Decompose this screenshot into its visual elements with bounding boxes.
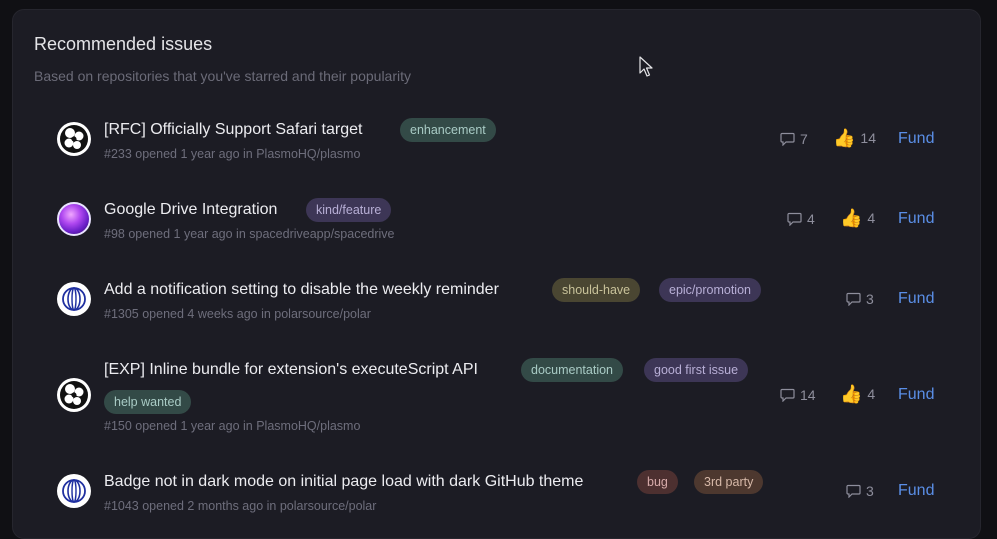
reaction-count: 👍 4 <box>840 208 876 228</box>
section-title: Recommended issues <box>34 34 213 54</box>
label-badge[interactable]: should-have <box>552 278 641 302</box>
polar-logo-icon <box>62 287 86 311</box>
issue-meta: #1305 opened 4 weeks ago in polarsource/… <box>104 307 371 321</box>
fund-button[interactable]: Fund <box>898 210 934 228</box>
thumbs-up-icon: 👍 <box>833 128 856 148</box>
issue-title[interactable]: Badge not in dark mode on initial page l… <box>104 473 583 491</box>
issue-title[interactable]: Google Drive Integration <box>104 201 277 219</box>
comment-count: 3 <box>846 483 874 499</box>
spacedrive-avatar <box>57 202 91 236</box>
reaction-count: 👍 4 <box>840 384 876 404</box>
label-badge[interactable]: enhancement <box>400 118 496 142</box>
comment-icon <box>846 484 861 498</box>
comment-count: 4 <box>787 211 815 227</box>
reaction-count: 👍 14 <box>833 128 876 148</box>
recommended-issues-card: Recommended issues Based on repositories… <box>12 9 981 539</box>
plasmo-avatar <box>57 378 91 412</box>
label-badge[interactable]: bug <box>637 470 678 494</box>
thumbs-up-icon: 👍 <box>840 384 863 404</box>
label-badge[interactable]: help wanted <box>104 390 192 414</box>
fund-button[interactable]: Fund <box>898 386 934 404</box>
label-badge[interactable]: good first issue <box>644 358 749 382</box>
comment-icon <box>787 212 802 226</box>
plasmo-avatar <box>57 122 91 156</box>
label-badge[interactable]: epic/promotion <box>659 278 761 302</box>
fund-button[interactable]: Fund <box>898 482 934 500</box>
mouse-cursor-icon <box>639 56 653 77</box>
issue-title[interactable]: [EXP] Inline bundle for extension's exec… <box>104 361 478 379</box>
issue-meta: #150 opened 1 year ago in PlasmoHQ/plasm… <box>104 419 361 433</box>
polar-avatar <box>57 282 91 316</box>
comment-icon <box>780 388 795 402</box>
comment-count: 14 <box>780 387 816 403</box>
polar-logo-icon <box>62 479 86 503</box>
comment-count: 3 <box>846 291 874 307</box>
comment-count: 7 <box>780 131 808 147</box>
polar-avatar <box>57 474 91 508</box>
section-subtitle: Based on repositories that you've starre… <box>34 68 412 84</box>
issue-title[interactable]: [RFC] Officially Support Safari target <box>104 121 362 139</box>
label-badge[interactable]: 3rd party <box>694 470 764 494</box>
comment-icon <box>780 132 795 146</box>
issue-meta: #1043 opened 2 months ago in polarsource… <box>104 499 377 513</box>
fund-button[interactable]: Fund <box>898 130 934 148</box>
label-badge[interactable]: kind/feature <box>306 198 392 222</box>
thumbs-up-icon: 👍 <box>840 208 863 228</box>
issue-meta: #98 opened 1 year ago in spacedriveapp/s… <box>104 227 395 241</box>
plasmo-logo-icon <box>60 125 88 153</box>
fund-button[interactable]: Fund <box>898 290 934 308</box>
label-badge[interactable]: documentation <box>521 358 624 382</box>
issue-title[interactable]: Add a notification setting to disable th… <box>104 281 499 299</box>
comment-icon <box>846 292 861 306</box>
issue-meta: #233 opened 1 year ago in PlasmoHQ/plasm… <box>104 147 361 161</box>
plasmo-logo-icon <box>60 381 88 409</box>
